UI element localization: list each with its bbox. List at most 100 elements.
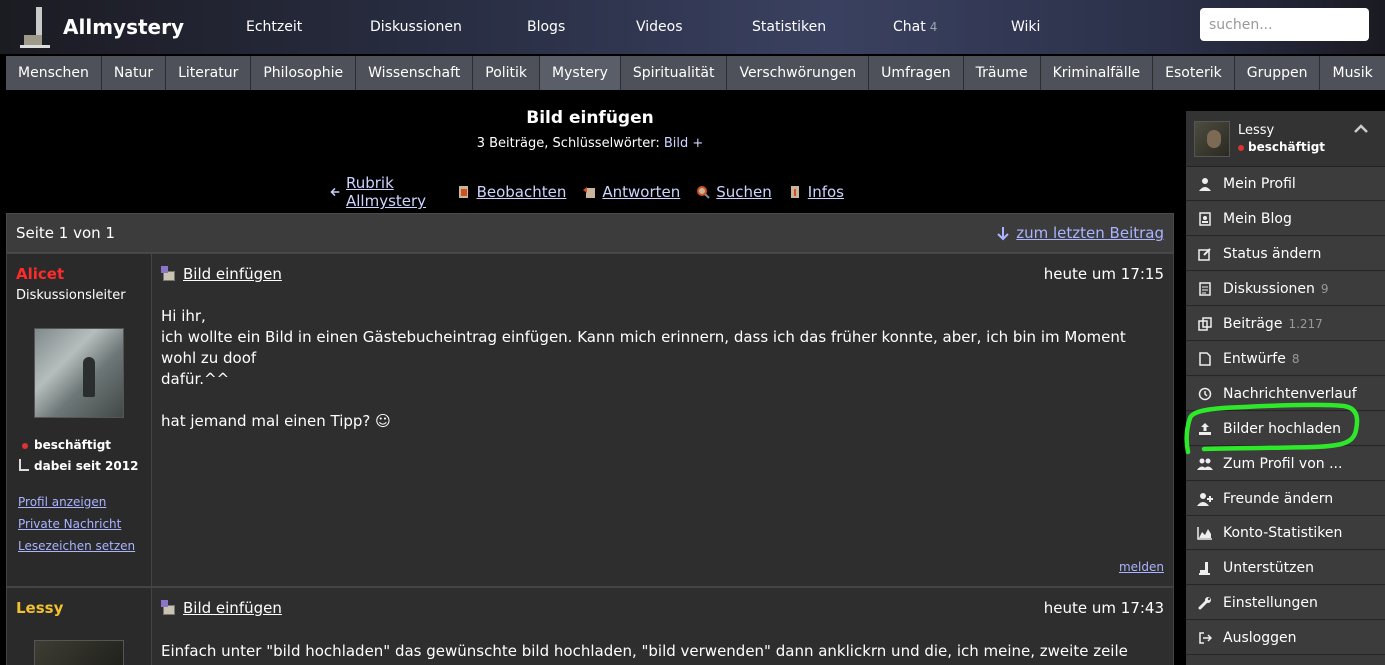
post-1: Alicet Diskussionsleiter beschäftigt dab… — [6, 253, 1174, 587]
nav-chat[interactable]: Chat 4 — [893, 0, 937, 54]
blog-icon — [1197, 211, 1213, 227]
search-thread-label: Suchen — [716, 183, 772, 201]
sidebar-item-label: Beiträge — [1223, 315, 1283, 332]
post-1-title: Bild einfügen — [183, 265, 282, 283]
sidebar-item-mein-blog[interactable]: Mein Blog — [1186, 202, 1385, 236]
post-1-line: ich wollte ein Bild in einen Gästebuchei… — [161, 328, 1126, 367]
category-verschwoerungen[interactable]: Verschwörungen — [727, 56, 870, 90]
category-literatur[interactable]: Literatur — [166, 56, 252, 90]
search-thread-link[interactable]: Suchen — [696, 174, 772, 210]
site-logo[interactable]: Allmystery — [20, 6, 190, 48]
sidebar-item-label: Nachrichtenverlauf — [1223, 385, 1357, 402]
keyword-link[interactable]: Bild — [664, 136, 688, 151]
chart-icon — [1197, 525, 1213, 541]
file-icon — [1197, 351, 1213, 367]
post-1-avatar[interactable] — [34, 328, 124, 418]
sidebar-item-diskussionen[interactable]: Diskussionen 9 — [1186, 272, 1385, 306]
category-traeume[interactable]: Träume — [964, 56, 1041, 90]
thread-title: Bild einfügen — [526, 108, 654, 128]
sidebar-user-card[interactable]: Lessy beschäftigt — [1186, 111, 1385, 167]
info-icon — [790, 186, 799, 198]
category-wissenschaft[interactable]: Wissenschaft — [356, 56, 474, 90]
watch-link[interactable]: Beobachten — [457, 174, 566, 210]
post-1-line: hat jemand mal einen Tipp? ☺ — [161, 412, 391, 430]
sidebar-item-konto-statistiken[interactable]: Konto-Statistiken — [1186, 516, 1385, 550]
category-natur[interactable]: Natur — [102, 56, 167, 90]
category-mystery[interactable]: Mystery — [540, 56, 621, 90]
last-post-link[interactable]: zum letzten Beitrag — [995, 224, 1164, 242]
sidebar-item-entwuerfe[interactable]: Entwürfe 8 — [1186, 342, 1385, 376]
profile-link[interactable]: Profil anzeigen — [18, 495, 106, 509]
history-icon — [1197, 386, 1213, 402]
category-spiritualitaet[interactable]: Spiritualität — [621, 56, 728, 90]
sidebar-item-mein-profil[interactable]: Mein Profil — [1186, 167, 1385, 201]
sidebar-item-status-aendern[interactable]: Status ändern — [1186, 237, 1385, 271]
post-1-line: Hi ihr, — [161, 307, 206, 325]
wrench-icon — [1197, 595, 1213, 611]
sidebar-item-count: 8 — [1291, 351, 1300, 366]
post-1-author-name[interactable]: Alicet — [16, 265, 64, 283]
post-1-body: Bild einfügen heute um 17:15 Hi ihr, ich… — [152, 254, 1173, 586]
sidebar-item-freunde-aendern[interactable]: Freunde ändern — [1186, 482, 1385, 516]
sidebar-item-label: Unterstützen — [1223, 559, 1314, 576]
nav-blogs[interactable]: Blogs — [527, 0, 565, 54]
top-header: Allmystery Echtzeit Diskussionen Blogs V… — [0, 0, 1385, 54]
category-gruppen[interactable]: Gruppen — [1235, 56, 1321, 90]
sidebar-avatar[interactable] — [1194, 121, 1230, 157]
post-2-title-link[interactable]: Bild einfügen — [161, 599, 282, 617]
reply-label: Antworten — [602, 183, 681, 201]
sidebar-item-beitraege[interactable]: Beiträge 1.217 — [1186, 307, 1385, 341]
chevron-up-icon[interactable] — [1353, 121, 1369, 137]
sidebar-item-count: 9 — [1320, 281, 1329, 296]
post-2-title: Bild einfügen — [183, 599, 282, 617]
post-2-author-panel: Lessy — [7, 588, 152, 665]
report-link[interactable]: melden — [1119, 560, 1164, 574]
category-musik[interactable]: Musik — [1320, 56, 1385, 90]
post-2-avatar[interactable] — [34, 640, 124, 665]
add-keyword-link[interactable]: + — [692, 136, 703, 151]
watch-icon — [458, 186, 468, 198]
back-to-category-link[interactable]: Rubrik Allmystery — [330, 174, 441, 210]
sidebar-item-label: Konto-Statistiken — [1223, 524, 1343, 541]
sidebar-item-label: Entwürfe — [1223, 350, 1286, 367]
users-icon — [1197, 456, 1213, 472]
category-menschen[interactable]: Menschen — [6, 56, 102, 90]
bookmark-link[interactable]: Lesezeichen setzen — [18, 539, 135, 553]
category-philosophie[interactable]: Philosophie — [251, 56, 357, 90]
arrow-down-icon — [997, 227, 1009, 241]
info-label: Infos — [807, 183, 844, 201]
post-1-title-link[interactable]: Bild einfügen — [161, 265, 282, 283]
logo-mark-icon — [20, 7, 54, 48]
post-1-blank-line — [161, 390, 1161, 411]
reply-link[interactable]: Antworten — [582, 174, 680, 210]
sidebar-item-label: Bilder hochladen — [1223, 420, 1341, 437]
post-1-status-text: beschäftigt — [34, 438, 112, 452]
thread-meta-text: 3 Beiträge, Schlüsselwörter: — [476, 136, 664, 151]
sidebar-item-bilder-hochladen[interactable]: Bilder hochladen — [1186, 412, 1385, 446]
nav-wiki[interactable]: Wiki — [1011, 0, 1040, 54]
sidebar-item-unterstuetzen[interactable]: Unterstützen — [1186, 551, 1385, 585]
sidebar-item-einstellungen[interactable]: Einstellungen — [1186, 586, 1385, 620]
sidebar-item-ausloggen[interactable]: Ausloggen — [1186, 621, 1385, 655]
post-1-member-since-text: dabei seit 2012 — [34, 459, 139, 473]
sidebar-item-nachrichtenverlauf[interactable]: Nachrichtenverlauf — [1186, 377, 1385, 411]
category-politik[interactable]: Politik — [473, 56, 541, 90]
post-1-author-role: Diskussionsleiter — [16, 288, 126, 303]
post-message-icon — [161, 600, 177, 616]
sidebar-item-zum-profil[interactable]: Zum Profil von ... — [1186, 447, 1385, 481]
nav-diskussionen[interactable]: Diskussionen — [370, 0, 462, 54]
category-kriminalfaelle[interactable]: Kriminalfälle — [1041, 56, 1154, 90]
category-umfragen[interactable]: Umfragen — [869, 56, 964, 90]
sidebar-item-label: Diskussionen — [1223, 280, 1315, 297]
info-link[interactable]: Infos — [788, 174, 844, 210]
search-input[interactable] — [1200, 8, 1369, 41]
category-esoterik[interactable]: Esoterik — [1153, 56, 1235, 90]
private-message-link[interactable]: Private Nachricht — [18, 517, 121, 531]
nav-statistiken[interactable]: Statistiken — [752, 0, 826, 54]
search-icon — [697, 186, 710, 199]
nav-videos[interactable]: Videos — [636, 0, 683, 54]
post-2-time: heute um 17:43 — [1043, 599, 1164, 617]
post-2-author-name[interactable]: Lessy — [16, 599, 63, 617]
thread-meta: 3 Beiträge, Schlüsselwörter: Bild + — [400, 136, 780, 151]
nav-echtzeit[interactable]: Echtzeit — [246, 0, 302, 54]
